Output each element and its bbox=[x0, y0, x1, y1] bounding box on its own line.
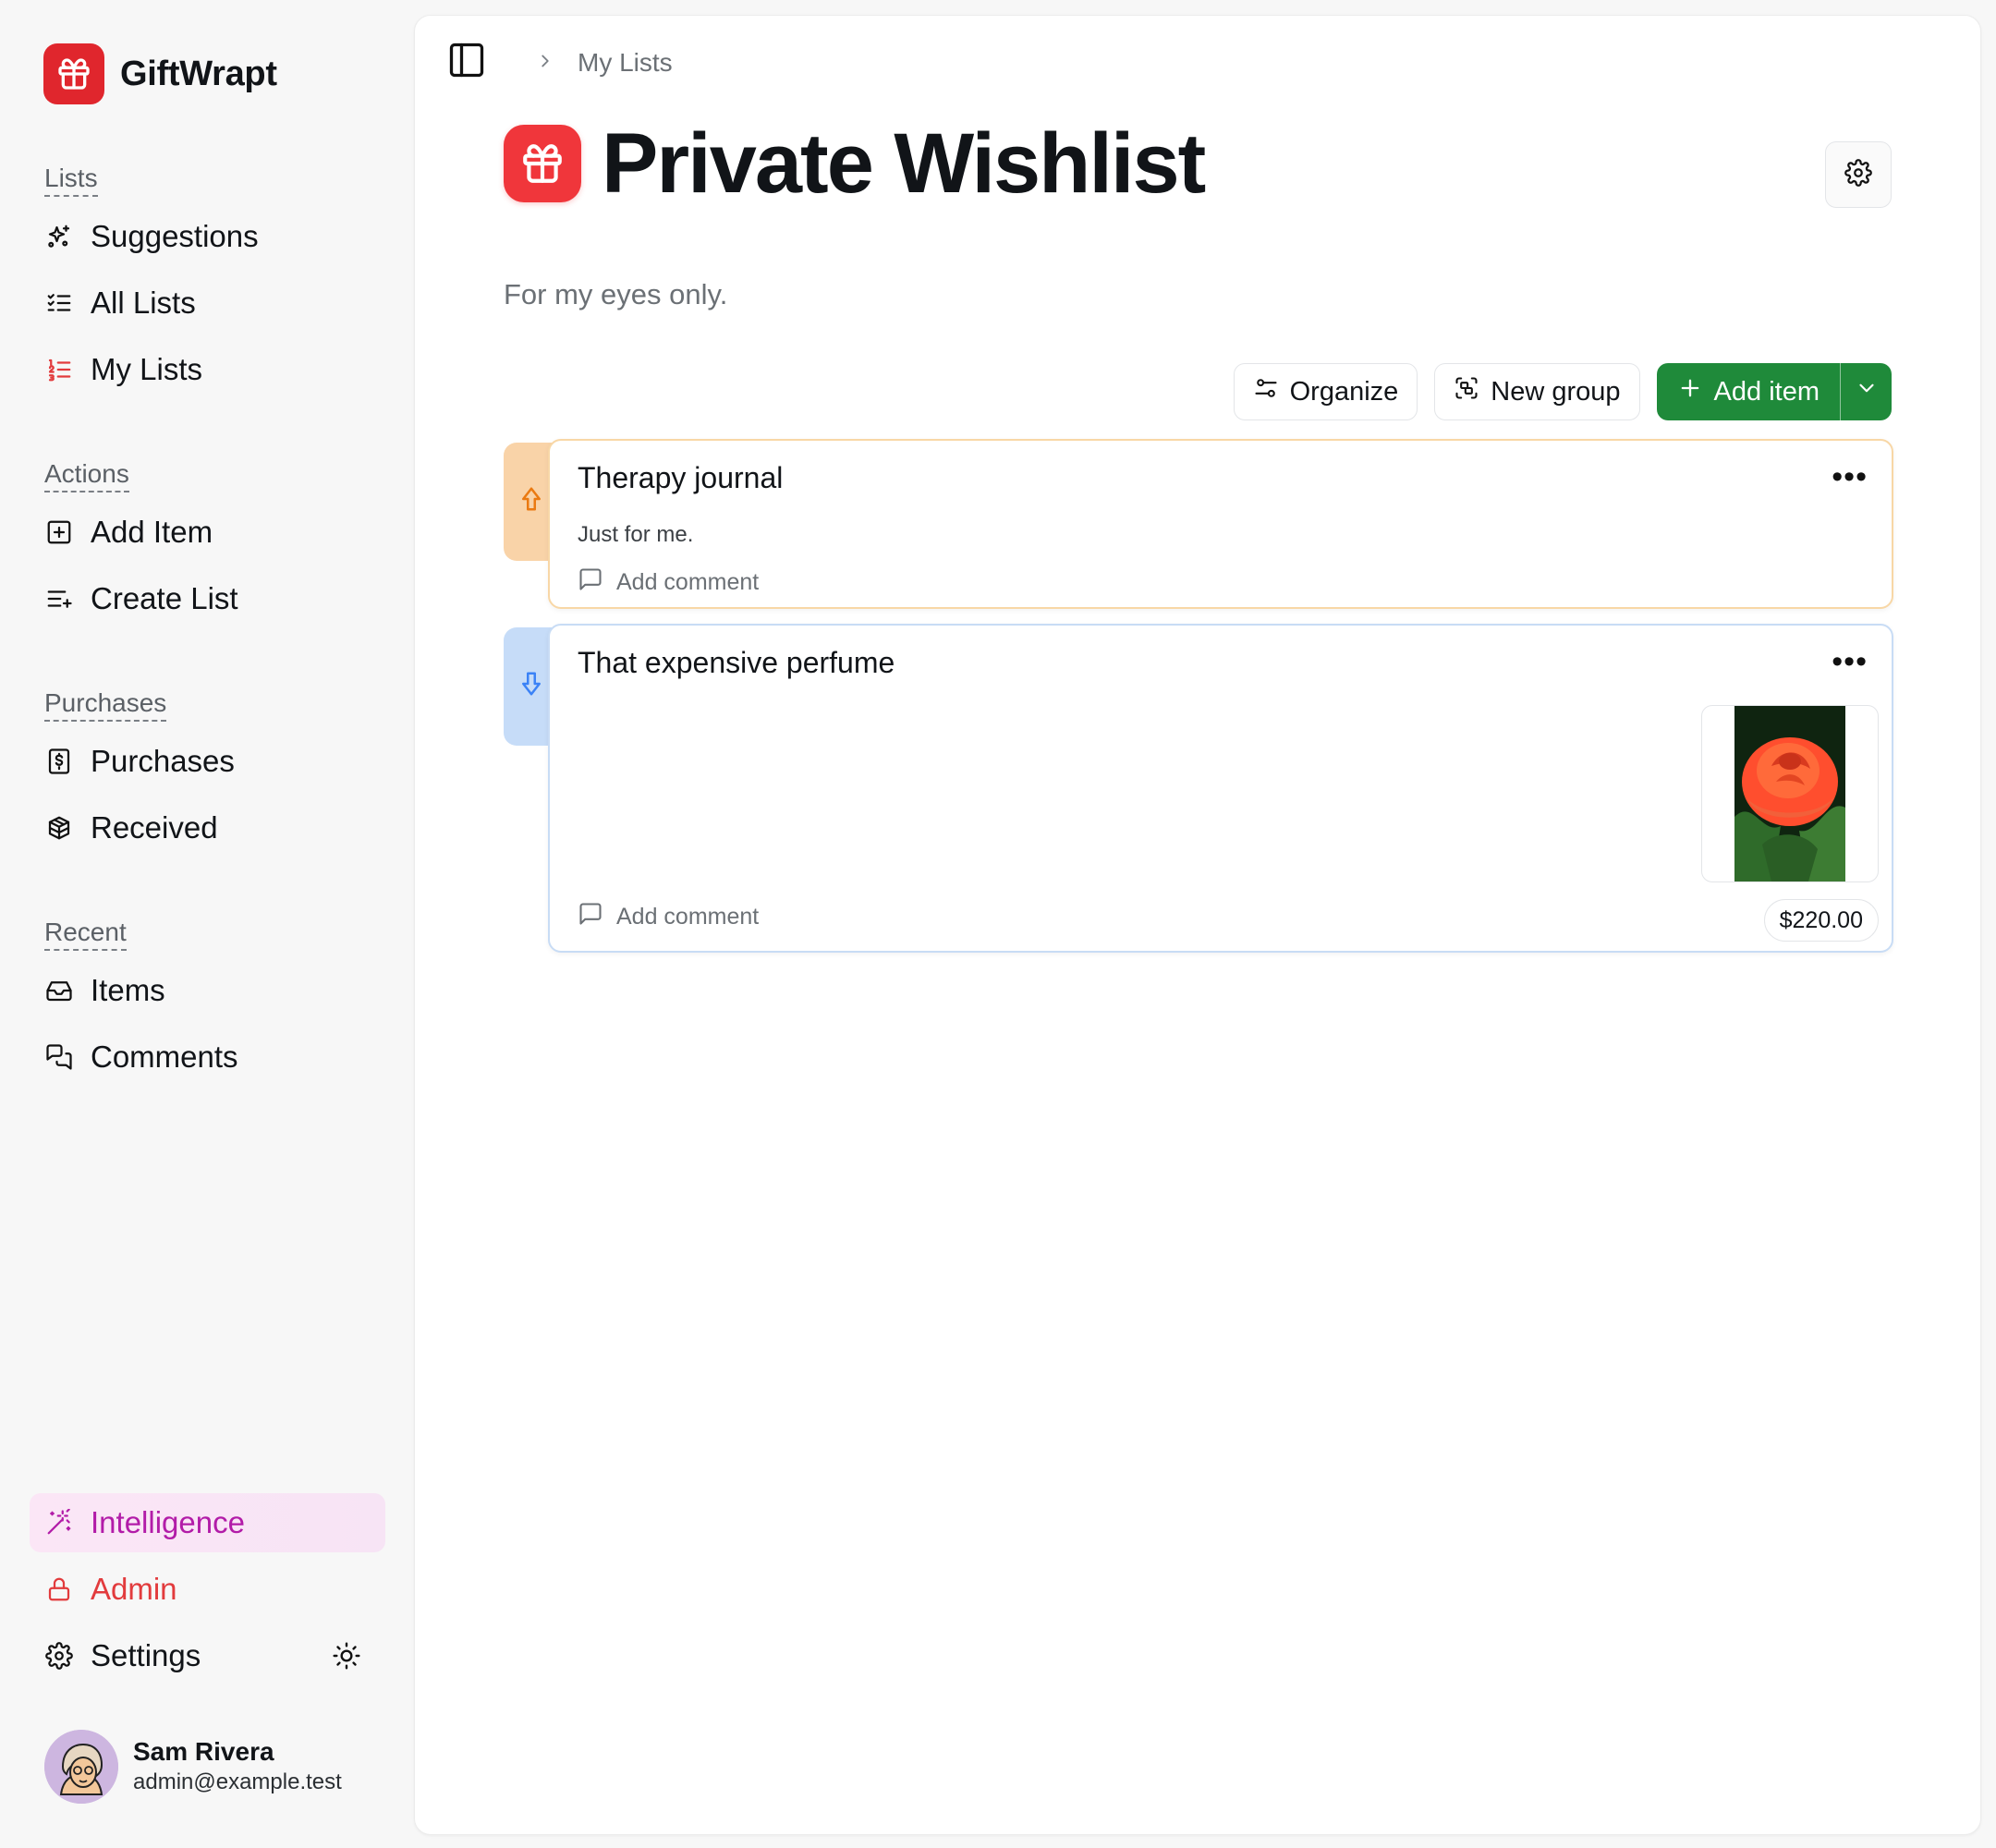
add-item-dropdown-button[interactable] bbox=[1840, 363, 1892, 420]
sidebar-item-all-lists[interactable]: All Lists bbox=[30, 275, 385, 331]
add-item-button-group: Add item bbox=[1656, 363, 1892, 420]
user-profile[interactable]: Sam Rivera admin@example.test bbox=[44, 1730, 342, 1804]
list-toolbar: Organize New group Add item bbox=[1233, 363, 1892, 420]
sidebar-item-purchases[interactable]: Purchases bbox=[30, 734, 385, 789]
list-ordered-icon bbox=[44, 355, 74, 384]
more-options-icon[interactable]: ••• bbox=[1832, 459, 1868, 495]
sidebar-item-create-list[interactable]: Create List bbox=[30, 571, 385, 626]
sidebar-item-items[interactable]: Items bbox=[30, 963, 385, 1018]
add-comment-button[interactable]: Add comment bbox=[578, 901, 759, 933]
page-header: Private Wishlist bbox=[504, 116, 1206, 211]
item-title[interactable]: That expensive perfume bbox=[578, 646, 895, 680]
arrow-up-icon bbox=[517, 485, 545, 561]
chevron-right-icon bbox=[535, 48, 555, 78]
item-description: Just for me. bbox=[578, 522, 694, 547]
magic-wand-icon bbox=[44, 1508, 74, 1538]
sidebar-item-intelligence[interactable]: Intelligence bbox=[30, 1493, 385, 1552]
user-email: admin@example.test bbox=[133, 1769, 342, 1794]
list-check-icon bbox=[44, 288, 74, 318]
sidebar-item-label: Settings bbox=[91, 1638, 201, 1672]
sidebar-item-label: Intelligence bbox=[91, 1505, 245, 1539]
page-subtitle: For my eyes only. bbox=[504, 278, 728, 310]
rose-image bbox=[1734, 706, 1845, 881]
page-title: Private Wishlist bbox=[602, 116, 1206, 211]
user-name: Sam Rivera bbox=[133, 1737, 274, 1766]
item-title[interactable]: Therapy journal bbox=[578, 461, 783, 495]
gift-icon bbox=[43, 43, 104, 104]
section-label-recent: Recent bbox=[44, 917, 127, 951]
list-settings-button[interactable] bbox=[1825, 141, 1892, 208]
sidebar-item-my-lists[interactable]: My Lists bbox=[30, 342, 385, 397]
receipt-dollar-icon bbox=[44, 747, 74, 776]
sidebar: GiftWrapt Lists Suggestions All Lists My… bbox=[0, 0, 411, 1848]
new-group-label: New group bbox=[1491, 376, 1621, 407]
sidebar-item-settings[interactable]: Settings bbox=[30, 1628, 385, 1684]
sidebar-item-label: Comments bbox=[91, 1040, 238, 1074]
sidebar-item-label: Add Item bbox=[91, 515, 213, 549]
organize-label: Organize bbox=[1289, 376, 1399, 407]
sliders-icon bbox=[1253, 375, 1279, 408]
plus-icon bbox=[1677, 375, 1703, 408]
sidebar-item-label: Admin bbox=[91, 1572, 177, 1606]
sidebar-item-suggestions[interactable]: Suggestions bbox=[30, 209, 385, 264]
app-name: GiftWrapt bbox=[120, 54, 277, 93]
sidebar-item-comments[interactable]: Comments bbox=[30, 1029, 385, 1085]
message-square-icon bbox=[578, 566, 603, 599]
chevron-down-icon bbox=[1855, 376, 1879, 407]
message-square-icon bbox=[578, 901, 603, 933]
new-group-button[interactable]: New group bbox=[1434, 363, 1640, 420]
breadcrumb-current[interactable]: My Lists bbox=[578, 48, 673, 78]
organize-button[interactable]: Organize bbox=[1233, 363, 1418, 420]
brand[interactable]: GiftWrapt bbox=[43, 43, 277, 104]
sidebar-toggle-icon[interactable] bbox=[446, 40, 487, 85]
item-card[interactable]: Therapy journal ••• Just for me. Add com… bbox=[548, 439, 1893, 609]
add-comment-button[interactable]: Add comment bbox=[578, 566, 759, 599]
sidebar-item-label: Create List bbox=[91, 581, 238, 615]
topbar: My Lists bbox=[446, 40, 673, 85]
item-price: $220.00 bbox=[1763, 899, 1879, 942]
list-plus-icon bbox=[44, 584, 74, 614]
package-icon bbox=[44, 813, 74, 843]
gear-icon bbox=[44, 1641, 74, 1671]
sidebar-item-label: Received bbox=[91, 810, 218, 845]
item-image[interactable] bbox=[1701, 705, 1879, 882]
lock-icon bbox=[44, 1574, 74, 1604]
inbox-icon bbox=[44, 976, 74, 1005]
more-options-icon[interactable]: ••• bbox=[1832, 644, 1868, 680]
main-panel: My Lists Private Wishlist For my eyes on… bbox=[414, 15, 1981, 1835]
gear-icon bbox=[1844, 158, 1872, 191]
sidebar-item-label: Items bbox=[91, 973, 165, 1007]
sidebar-item-label: Suggestions bbox=[91, 219, 259, 253]
section-label-purchases: Purchases bbox=[44, 687, 167, 722]
sidebar-item-label: My Lists bbox=[91, 352, 203, 386]
add-comment-label: Add comment bbox=[616, 569, 760, 595]
sidebar-item-label: Purchases bbox=[91, 744, 235, 778]
avatar bbox=[44, 1730, 118, 1804]
add-comment-label: Add comment bbox=[616, 904, 760, 930]
sidebar-item-label: All Lists bbox=[91, 286, 196, 320]
list-item: That expensive perfume ••• $220.00 Add c… bbox=[504, 624, 1893, 966]
add-item-button[interactable]: Add item bbox=[1657, 363, 1840, 420]
sidebar-item-received[interactable]: Received bbox=[30, 800, 385, 856]
gift-icon bbox=[504, 125, 581, 202]
theme-toggle-sun-icon[interactable] bbox=[332, 1641, 361, 1678]
sidebar-item-admin[interactable]: Admin bbox=[30, 1562, 385, 1617]
list-item: Therapy journal ••• Just for me. Add com… bbox=[504, 439, 1893, 613]
arrow-down-icon bbox=[517, 670, 545, 746]
add-item-label: Add item bbox=[1713, 376, 1820, 407]
section-label-actions: Actions bbox=[44, 458, 129, 492]
sparkles-icon bbox=[44, 222, 74, 251]
sidebar-item-add-item[interactable]: Add Item bbox=[30, 505, 385, 560]
square-plus-icon bbox=[44, 517, 74, 547]
section-label-lists: Lists bbox=[44, 163, 98, 197]
item-card[interactable]: That expensive perfume ••• $220.00 Add c… bbox=[548, 624, 1893, 953]
messages-icon bbox=[44, 1042, 74, 1072]
group-icon bbox=[1454, 375, 1479, 408]
